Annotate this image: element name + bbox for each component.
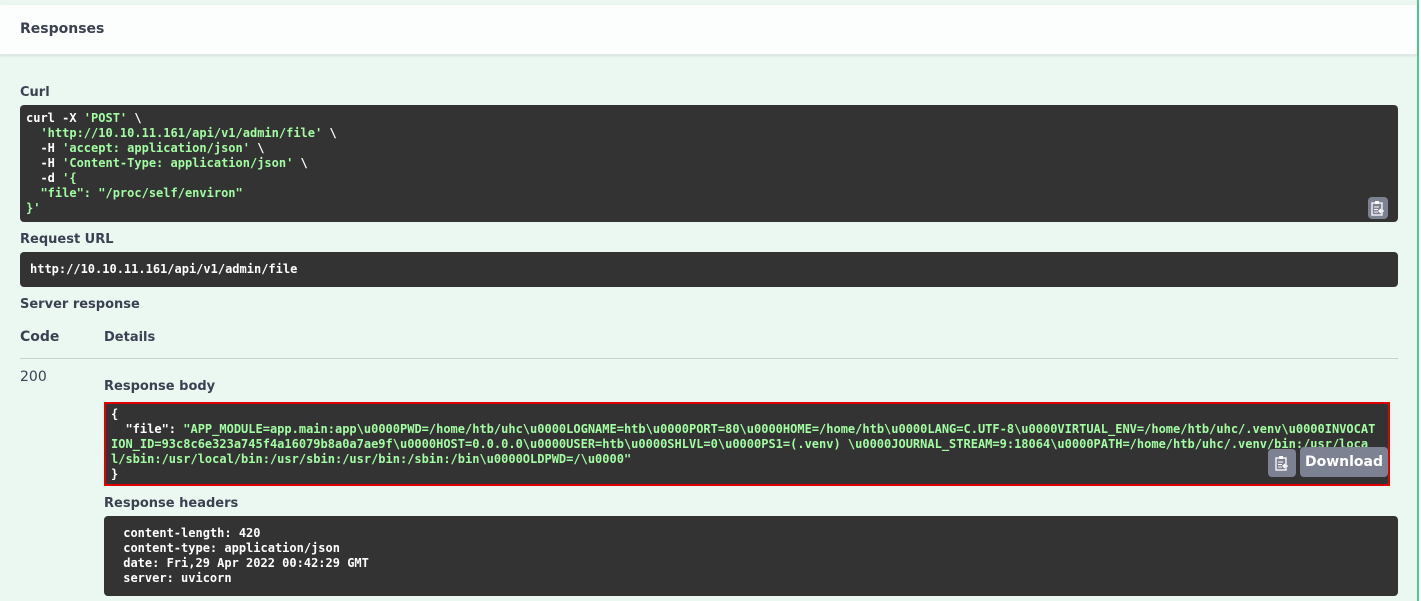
curl-line: -H 'accept: application/json' \: [26, 141, 337, 156]
responses-header: Responses: [0, 5, 1417, 55]
curl-token: \: [322, 126, 337, 140]
curl-token: -H: [26, 156, 63, 170]
curl-token: curl -X: [26, 111, 84, 125]
response-header-line: server: uvicorn: [116, 571, 239, 585]
response-body-label: Response body: [104, 379, 216, 394]
request-url-value: http://10.10.11.161/api/v1/admin/file: [30, 262, 298, 276]
response-headers-label: Response headers: [104, 496, 239, 511]
curl-token: \: [249, 141, 265, 155]
curl-token: -d: [26, 171, 63, 185]
curl-line: -d '{: [26, 171, 337, 186]
curl-label: Curl: [20, 85, 50, 100]
table-divider: [20, 358, 1398, 359]
response-body-box[interactable]: { "file": "APP_MODULE=app.main:app\u0000…: [104, 402, 1390, 486]
response-headers-box[interactable]: content-length: 420 content-type: applic…: [104, 516, 1398, 596]
json-close-brace: }: [111, 467, 119, 481]
status-code: 200: [20, 369, 47, 385]
curl-token: [26, 126, 40, 140]
curl-string: 'http://10.10.11.161/api/v1/admin/file': [40, 126, 323, 140]
curl-token: \: [127, 111, 142, 125]
download-button[interactable]: Download: [1300, 447, 1388, 477]
response-headers-text: content-length: 420 content-type: applic…: [116, 526, 376, 586]
curl-string: "file": "/proc/self/environ": [26, 186, 243, 200]
clipboard-copy-icon: [1371, 201, 1384, 216]
curl-line: -H 'Content-Type: application/json' \: [26, 156, 337, 171]
curl-string: 'Content-Type: application/json': [62, 156, 294, 170]
curl-copy-button[interactable]: [1368, 197, 1388, 219]
curl-token: \: [293, 156, 308, 170]
curl-line: curl -X 'POST' \: [26, 111, 337, 126]
curl-token: -H: [26, 141, 63, 155]
json-key: "file":: [111, 422, 184, 436]
curl-string: '{: [62, 171, 77, 185]
server-response-label: Server response: [20, 297, 140, 312]
curl-string: 'accept: application/json': [62, 141, 250, 155]
response-header-line: content-type: application/json: [116, 541, 348, 555]
curl-line: 'http://10.10.11.161/api/v1/admin/file' …: [26, 126, 337, 141]
response-header-line: date: Fri,29 Apr 2022 00:42:29 GMT: [116, 556, 377, 570]
request-url-box[interactable]: http://10.10.11.161/api/v1/admin/file: [20, 252, 1398, 287]
curl-line: "file": "/proc/self/environ": [26, 186, 337, 201]
clipboard-copy-icon: [1275, 456, 1288, 471]
json-open-brace: {: [111, 407, 119, 421]
curl-line: }': [26, 201, 337, 216]
curl-command-text: curl -X 'POST' \ 'http://10.10.11.161/ap…: [26, 111, 337, 216]
curl-command-box[interactable]: curl -X 'POST' \ 'http://10.10.11.161/ap…: [20, 105, 1398, 222]
curl-string: }': [26, 201, 41, 215]
code-column-header: Code: [20, 329, 60, 345]
curl-string: 'POST': [83, 111, 128, 125]
response-body-text: { "file": "APP_MODULE=app.main:app\u0000…: [111, 407, 1381, 482]
response-header-line: content-length: 420: [116, 526, 268, 540]
response-copy-button[interactable]: [1268, 449, 1296, 477]
request-url-label: Request URL: [20, 232, 114, 247]
details-column-header: Details: [104, 330, 156, 345]
json-value: "APP_MODULE=app.main:app\u0000PWD=/home/…: [111, 422, 1376, 466]
responses-title: Responses: [20, 21, 105, 37]
